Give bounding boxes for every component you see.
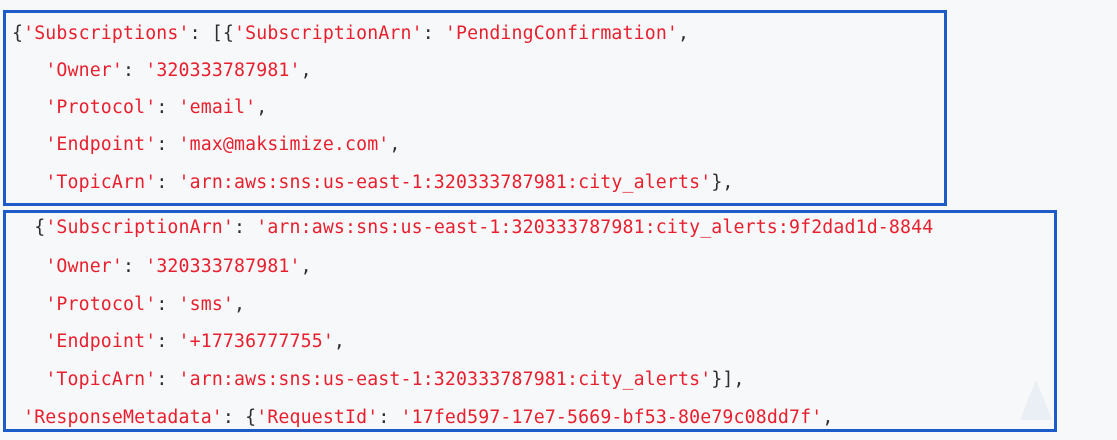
code-line: {'SubscriptionArn': 'arn:aws:sns:us-east…	[12, 213, 933, 243]
code-line: 'Endpoint': '+17736777755',	[12, 327, 345, 357]
punctuation	[12, 97, 45, 118]
code-line: 'Protocol': 'sms',	[12, 290, 245, 320]
punctuation	[12, 60, 45, 81]
punctuation: : {	[222, 407, 257, 428]
punctuation	[12, 294, 45, 315]
string-literal: 'arn:aws:sns:us-east-1:320333787981:city…	[256, 217, 934, 238]
punctuation: :	[156, 369, 179, 390]
punctuation: :	[156, 172, 179, 193]
string-literal: '320333787981'	[145, 256, 301, 277]
string-literal: 'sms'	[178, 294, 235, 315]
punctuation: :	[156, 294, 179, 315]
string-literal: 'Protocol'	[45, 294, 157, 315]
punctuation: :	[156, 134, 179, 155]
punctuation: :	[123, 256, 146, 277]
punctuation: ,	[300, 256, 312, 277]
string-literal: '+17736777755'	[178, 331, 334, 352]
string-literal: 'email'	[178, 97, 257, 118]
string-literal: 'SubscriptionArn'	[45, 217, 235, 238]
code-line: {'Subscriptions': [{'SubscriptionArn': '…	[12, 19, 689, 49]
code-line: 'Owner': '320333787981',	[12, 252, 312, 282]
string-literal: '17fed597-17e7-5669-bf53-80e79c08dd7f'	[400, 407, 823, 428]
string-literal: 'max@maksimize.com'	[178, 134, 390, 155]
punctuation: ,	[678, 23, 690, 44]
string-literal: '320333787981'	[145, 60, 301, 81]
string-literal: 'Protocol'	[45, 97, 157, 118]
string-literal: 'Endpoint'	[45, 331, 157, 352]
string-literal: 'TopicArn'	[45, 172, 157, 193]
code-line: 'TopicArn': 'arn:aws:sns:us-east-1:32033…	[12, 365, 745, 395]
punctuation: {	[12, 217, 46, 238]
punctuation	[12, 369, 45, 390]
string-literal: 'TopicArn'	[45, 369, 157, 390]
string-literal: 'SubscriptionArn'	[234, 23, 423, 44]
punctuation: :	[123, 60, 146, 81]
code-line: 'Protocol': 'email',	[12, 93, 267, 123]
punctuation: {	[12, 23, 24, 44]
code-line: 'TopicArn': 'arn:aws:sns:us-east-1:32033…	[12, 168, 734, 198]
punctuation: ,	[333, 331, 346, 352]
scroll-corner-shape	[1020, 380, 1052, 420]
code-line: 'Owner': '320333787981',	[12, 56, 312, 86]
punctuation: ,	[389, 134, 401, 155]
string-literal: 'Owner'	[45, 256, 124, 277]
punctuation: ,	[822, 407, 834, 428]
highlight-box-sms-subscription	[3, 210, 1057, 432]
punctuation: },	[711, 172, 734, 193]
punctuation	[12, 331, 45, 352]
code-line: 'Endpoint': 'max@maksimize.com',	[12, 130, 401, 160]
code-line: 'ResponseMetadata': {'RequestId': '17fed…	[12, 403, 833, 433]
string-literal: 'Subscriptions'	[23, 23, 190, 44]
punctuation	[12, 134, 45, 155]
string-literal: 'PendingConfirmation'	[444, 23, 679, 44]
punctuation: : [{	[189, 23, 235, 44]
punctuation: :	[378, 407, 401, 428]
punctuation: :	[156, 331, 179, 352]
code-output-panel: {'Subscriptions': [{'SubscriptionArn': '…	[0, 0, 1117, 440]
punctuation: ,	[234, 294, 246, 315]
punctuation: :	[234, 217, 257, 238]
punctuation: :	[422, 23, 445, 44]
string-literal: 'arn:aws:sns:us-east-1:320333787981:city…	[178, 172, 712, 193]
string-literal: 'arn:aws:sns:us-east-1:320333787981:city…	[178, 369, 712, 390]
punctuation	[12, 172, 45, 193]
string-literal: 'Endpoint'	[45, 134, 157, 155]
punctuation: :	[156, 97, 179, 118]
punctuation: ,	[300, 60, 312, 81]
punctuation	[12, 256, 45, 277]
string-literal: 'ResponseMetadata'	[23, 407, 223, 428]
punctuation: }],	[711, 369, 745, 390]
string-literal: 'Owner'	[45, 60, 124, 81]
string-literal: 'RequestId'	[256, 407, 379, 428]
punctuation	[12, 407, 23, 428]
punctuation: ,	[256, 97, 268, 118]
